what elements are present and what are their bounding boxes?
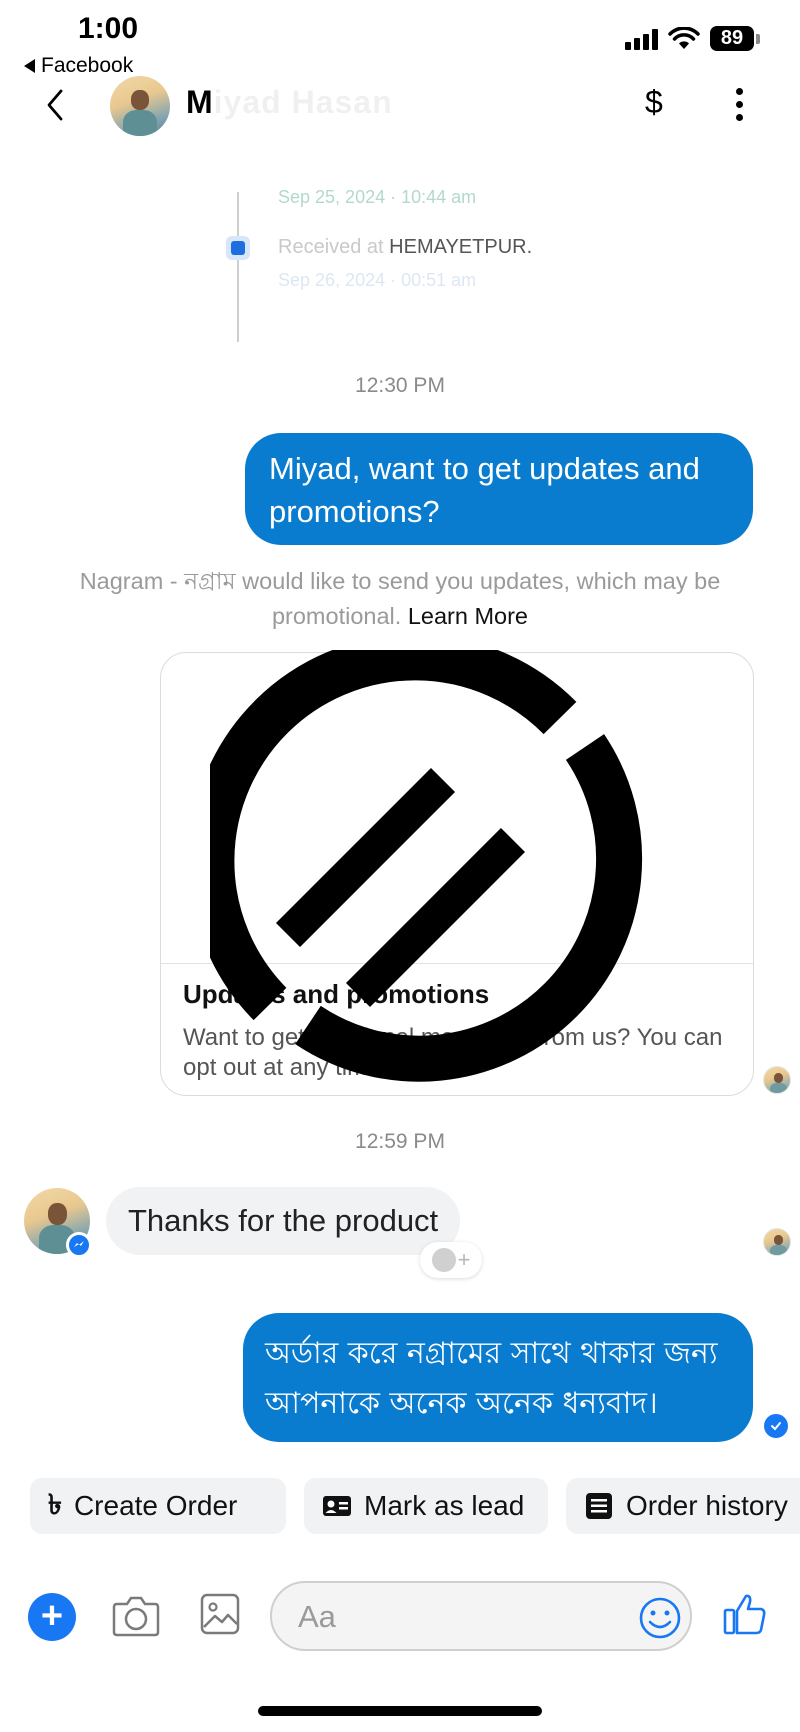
delivered-check-icon bbox=[764, 1414, 788, 1438]
wifi-icon bbox=[668, 26, 700, 49]
image-icon[interactable] bbox=[200, 1592, 240, 1636]
document-list-icon bbox=[586, 1493, 612, 1519]
battery-icon: 89 bbox=[710, 26, 760, 51]
taka-icon: ৳ bbox=[48, 1488, 62, 1520]
battery-level: 89 bbox=[710, 26, 754, 51]
brand-logo-overlay bbox=[210, 650, 643, 1082]
message-composer: + bbox=[0, 1580, 800, 1654]
seen-avatar bbox=[763, 1228, 791, 1256]
thumbs-up-icon[interactable] bbox=[722, 1591, 768, 1637]
back-app-label: Facebook bbox=[41, 54, 134, 77]
cellular-signal-icon bbox=[625, 28, 658, 50]
more-vertical-icon[interactable] bbox=[736, 88, 743, 121]
incoming-message[interactable]: Thanks for the product bbox=[106, 1187, 461, 1255]
contact-card-icon bbox=[323, 1496, 351, 1516]
contact-name[interactable]: Miyad Hasan bbox=[186, 84, 393, 121]
messenger-icon bbox=[66, 1232, 92, 1258]
seen-avatar bbox=[763, 1066, 791, 1094]
back-chevron-icon[interactable] bbox=[44, 88, 66, 122]
outgoing-message[interactable]: অর্ডার করে নগ্রামের সাথে থাকার জন্য আপনা… bbox=[243, 1313, 753, 1442]
status-bar: 1:00 Facebook 89 bbox=[0, 0, 800, 80]
smile-icon bbox=[431, 1248, 456, 1272]
camera-icon[interactable] bbox=[112, 1592, 160, 1638]
back-triangle-icon bbox=[24, 59, 35, 73]
tracking-image[interactable]: Sep 25, 2024 · 10:44 am Received at HEMA… bbox=[200, 178, 580, 348]
mark-as-lead-button[interactable]: Mark as lead bbox=[304, 1478, 548, 1534]
tracking-date-2: Sep 26, 2024 · 00:51 am bbox=[278, 270, 477, 290]
plus-button[interactable]: + bbox=[28, 1593, 76, 1641]
status-time: 1:00 bbox=[78, 12, 139, 45]
message-input[interactable] bbox=[298, 1595, 598, 1639]
contact-avatar[interactable] bbox=[110, 76, 170, 136]
message-input-container[interactable] bbox=[270, 1581, 692, 1651]
chat-header: Miyad Hasan $ bbox=[0, 76, 800, 136]
timestamp: 12:30 PM bbox=[355, 374, 445, 397]
promotional-notice: Nagram - নগ্রাম would like to send you u… bbox=[79, 568, 721, 629]
home-indicator[interactable] bbox=[258, 1706, 542, 1716]
quick-actions-bar: ৳ Create Order Mark as lead Order histor… bbox=[0, 1478, 800, 1534]
learn-more-link[interactable]: Learn More bbox=[408, 603, 528, 629]
tracking-date-1: Sep 25, 2024 · 10:44 am bbox=[278, 187, 477, 207]
create-order-button[interactable]: ৳ Create Order bbox=[30, 1478, 286, 1534]
outgoing-message[interactable]: Miyad, want to get updates and promotion… bbox=[245, 433, 753, 545]
status-icons: 89 bbox=[625, 26, 760, 51]
order-history-button[interactable]: Order history bbox=[566, 1478, 800, 1534]
back-to-app-link[interactable]: Facebook bbox=[24, 54, 133, 78]
timestamp: 12:59 PM bbox=[355, 1130, 445, 1153]
emoji-icon[interactable] bbox=[638, 1596, 682, 1640]
tracking-status: Received at HEMAYETPUR. bbox=[278, 236, 533, 258]
edit-icon bbox=[226, 236, 250, 260]
payment-dollar-icon[interactable]: $ bbox=[645, 84, 663, 121]
add-reaction-button[interactable]: + bbox=[420, 1242, 482, 1278]
